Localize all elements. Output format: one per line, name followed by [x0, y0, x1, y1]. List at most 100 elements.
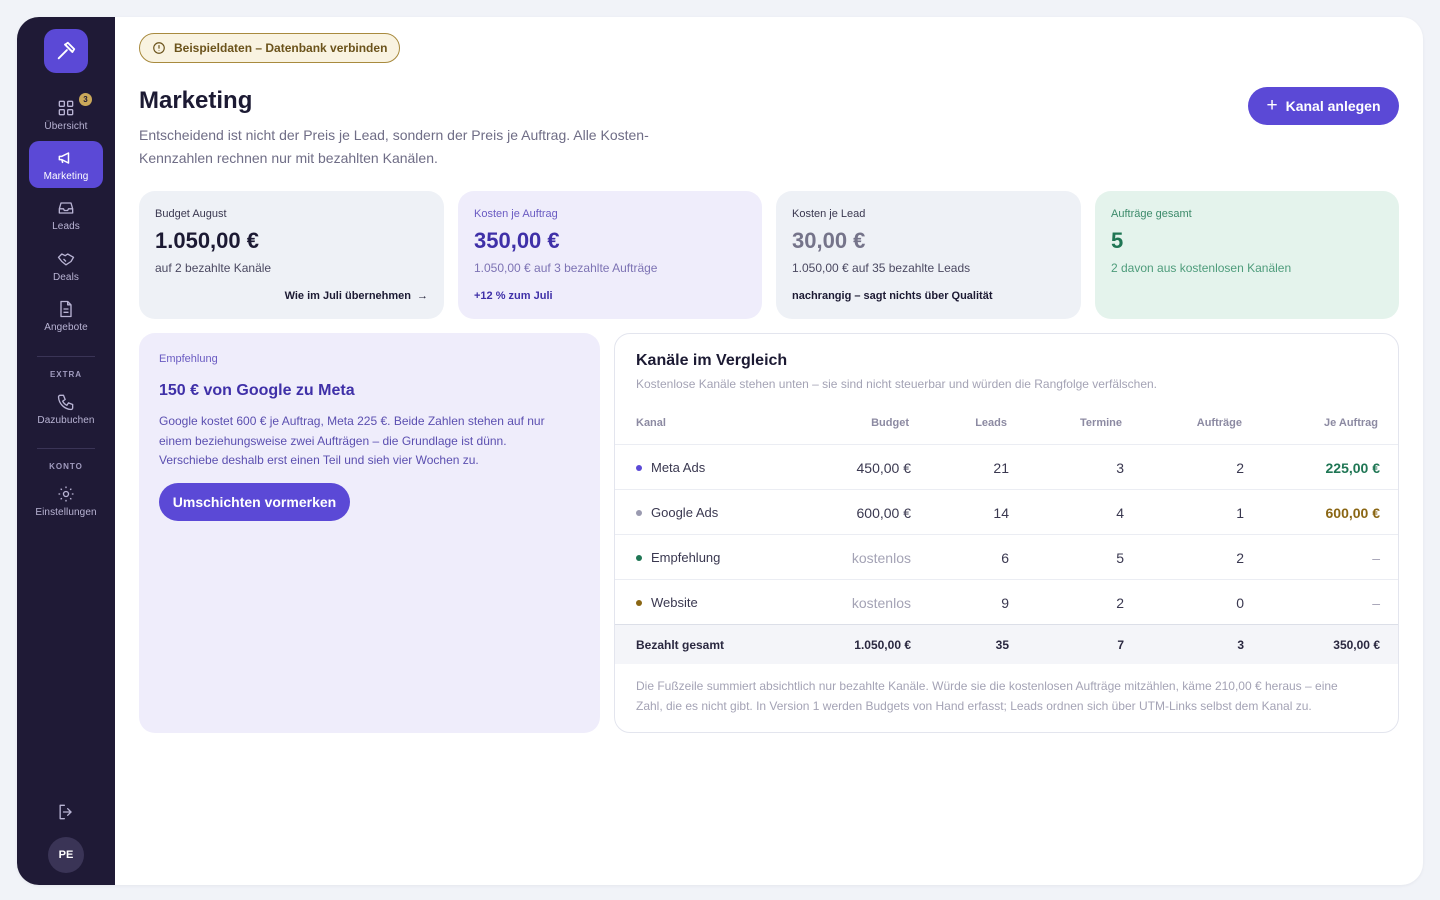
shift-budget-button[interactable]: Umschichten vormerken [159, 482, 350, 521]
termine-cell: 4 [1116, 504, 1124, 521]
handshake-icon [57, 252, 75, 265]
kpi-sub: 2 davon aus kostenlosen Kanälen [1111, 261, 1292, 275]
table-title: Kanäle im Vergleich [636, 352, 788, 369]
app-window: 3 Übersicht Marketing Leads Deals Angebo… [17, 17, 1423, 885]
table-subtitle: Kostenlose Kanäle stehen unten – sie sin… [636, 377, 1158, 391]
inbox-icon [58, 201, 74, 214]
add-channel-button[interactable]: + Kanal anlegen [1248, 87, 1399, 125]
channel-comparison-table: Kanäle im Vergleich Kostenlose Kanäle st… [614, 333, 1399, 733]
notification-badge: 3 [79, 93, 92, 106]
channel-dot [636, 509, 642, 516]
sidebar-section-extra: EXTRA [49, 370, 83, 379]
sidebar-item-einstellungen[interactable]: Einstellungen [29, 477, 103, 524]
channel-cell: Google Ads [636, 490, 718, 535]
page-title: Marketing [139, 87, 253, 114]
column-header-termine: Termine [1080, 417, 1122, 429]
kpi-sub: 1.050,00 € auf 35 bezahlte Leads [792, 261, 971, 275]
kpi-card-budget: Budget August 1.050,00 € auf 2 bezahlte … [139, 191, 444, 319]
sidebar-item-dazubuchen[interactable]: Dazubuchen [29, 385, 103, 432]
sidebar-divider [37, 356, 95, 357]
sidebar: 3 Übersicht Marketing Leads Deals Angebo… [17, 17, 115, 885]
recommendation-label: Empfehlung [159, 353, 218, 365]
channel-dot [636, 599, 642, 606]
table-row[interactable]: Google Ads 600,00 € 14 4 1 600,00 € [615, 489, 1398, 535]
budget-cell: 600,00 € [856, 504, 912, 521]
channel-name: Website [651, 595, 698, 610]
alert-circle-icon [153, 42, 165, 54]
kpi-value: 1.050,00 € [155, 228, 259, 253]
auftraege-cell: 1 [1236, 504, 1244, 521]
page-subtitle: Entscheidend ist nicht der Preis je Lead… [139, 127, 649, 166]
phone-icon [57, 394, 74, 410]
grid-icon [58, 100, 74, 115]
recommendation-card: Empfehlung 150 € von Google zu Meta Goog… [139, 333, 600, 733]
copy-july-label: Wie im Juli übernehmen [284, 290, 411, 302]
kpi-note: nachrangig – sagt nichts über Qualität [792, 290, 993, 302]
sidebar-item-angebote[interactable]: Angebote [29, 292, 103, 339]
channel-dot [636, 464, 642, 471]
document-icon [60, 300, 72, 317]
table-row[interactable]: Website kostenlos 9 2 0 – [615, 579, 1398, 625]
kpi-value: 5 [1111, 228, 1124, 253]
table-row[interactable]: Meta Ads 450,00 € 21 3 2 225,00 € [615, 444, 1398, 489]
sidebar-section-konto: KONTO [49, 462, 83, 471]
leads-cell: 14 [993, 504, 1009, 521]
kpi-card-cost-per-order: Kosten je Auftrag 350,00 € 1.050,00 € au… [458, 191, 762, 319]
total-budget: 1.050,00 € [854, 638, 911, 652]
sidebar-item-label: Einstellungen [35, 506, 97, 518]
channel-name: Google Ads [651, 505, 719, 520]
table-footnote: Die Fußzeile summiert absichtlich nur be… [636, 679, 1338, 713]
sidebar-item-uebersicht[interactable]: 3 Übersicht [29, 91, 103, 138]
table-total-row: Bezahlt gesamt 1.050,00 € 35 7 3 350,00 … [615, 624, 1398, 664]
hammer-icon [57, 41, 76, 60]
avatar[interactable]: PE [48, 837, 84, 873]
kpi-trend: +12 % zum Juli [474, 290, 553, 302]
kpi-label: Kosten je Auftrag [474, 208, 558, 220]
app-logo[interactable] [44, 29, 88, 73]
budget-cell: kostenlos [851, 549, 911, 566]
sidebar-item-label: Dazubuchen [37, 414, 95, 426]
auftraege-cell: 0 [1236, 594, 1244, 611]
sidebar-item-label: Übersicht [44, 120, 88, 132]
recommendation-body: Google kostet 600 € je Auftrag, Meta 225… [159, 414, 545, 467]
sidebar-item-label: Angebote [44, 321, 88, 333]
column-header-auftraege: Aufträge [1196, 417, 1242, 429]
kpi-label: Budget August [155, 208, 227, 220]
copy-july-link[interactable]: Wie im Juli übernehmen → [155, 290, 428, 302]
kpi-card-orders-total: Aufträge gesamt 5 2 davon aus kostenlose… [1095, 191, 1399, 319]
kpi-value: 350,00 € [474, 228, 560, 253]
kpi-value: 30,00 € [792, 228, 866, 253]
sidebar-item-marketing[interactable]: Marketing [29, 141, 103, 188]
table-row[interactable]: Empfehlung kostenlos 6 5 2 – [615, 534, 1398, 580]
termine-cell: 2 [1116, 594, 1124, 611]
kpi-label: Kosten je Lead [792, 208, 866, 220]
leads-cell: 9 [1001, 594, 1009, 611]
termine-cell: 3 [1116, 459, 1124, 476]
total-cost-per-order: 350,00 € [1333, 638, 1380, 652]
channel-name: Empfehlung [651, 550, 721, 565]
demo-data-notice[interactable]: Beispieldaten – Datenbank verbinden [139, 33, 401, 63]
budget-cell: 450,00 € [856, 459, 912, 476]
arrow-right-icon: → [417, 290, 428, 302]
plus-icon: + [1266, 94, 1278, 116]
column-header-leads: Leads [975, 417, 1007, 429]
cost-per-order-cell: 225,00 € [1325, 459, 1381, 476]
budget-cell: kostenlos [851, 594, 911, 611]
sidebar-item-label: Leads [52, 220, 80, 232]
total-auftraege: 3 [1237, 638, 1244, 652]
channel-name: Meta Ads [651, 460, 706, 475]
total-label: Bezahlt gesamt [636, 638, 725, 652]
column-header-budget: Budget [871, 417, 909, 429]
total-termine: 7 [1117, 638, 1124, 652]
channel-cell: Website [636, 580, 698, 625]
kpi-card-cost-per-lead: Kosten je Lead 30,00 € 1.050,00 € auf 35… [776, 191, 1081, 319]
channel-cell: Empfehlung [636, 535, 720, 580]
gear-icon [58, 486, 74, 501]
sidebar-divider [37, 448, 95, 449]
recommendation-title: 150 € von Google zu Meta [159, 382, 355, 399]
sidebar-item-leads[interactable]: Leads [29, 191, 103, 238]
sidebar-item-deals[interactable]: Deals [29, 242, 103, 289]
channel-dot [636, 554, 642, 561]
logout-icon[interactable] [56, 802, 76, 822]
termine-cell: 5 [1116, 549, 1124, 566]
